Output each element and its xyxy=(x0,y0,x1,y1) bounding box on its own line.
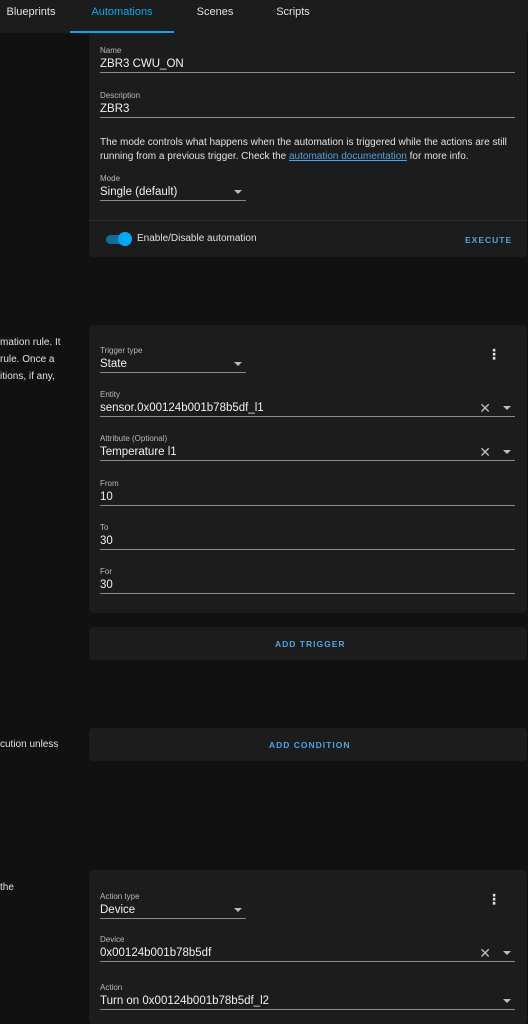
action-type-label: Action type xyxy=(100,892,140,901)
trigger-help-line-1: mation rule. It xyxy=(0,337,61,348)
mode-value-text: Single (default) xyxy=(100,186,178,198)
to-field[interactable]: To 30 xyxy=(100,523,515,550)
action-label: Action xyxy=(100,983,123,992)
chevron-down-icon xyxy=(234,362,242,366)
chevron-down-icon[interactable] xyxy=(503,999,511,1003)
device-label: Device xyxy=(100,935,125,944)
entity-field[interactable]: Entity sensor.0x00124b001b78b5df_l1 ✕ xyxy=(100,390,515,417)
mode-select[interactable]: Mode Single (default) xyxy=(100,174,246,201)
for-label: For xyxy=(100,567,112,576)
from-field[interactable]: From 10 xyxy=(100,479,515,506)
add-condition-card: ADD CONDITION xyxy=(89,728,527,761)
trigger-type-select[interactable]: Trigger type State xyxy=(100,346,246,373)
trigger-type-label: Trigger type xyxy=(100,346,143,355)
mode-description: The mode controls what happens when the … xyxy=(100,136,520,164)
name-input[interactable]: ZBR3 CWU_ON xyxy=(100,56,515,73)
entity-input[interactable]: sensor.0x00124b001b78b5df_l1 ✕ xyxy=(100,400,515,417)
for-input[interactable]: 30 xyxy=(100,577,515,594)
chevron-down-icon[interactable] xyxy=(503,450,511,454)
description-label: Description xyxy=(100,91,141,100)
action-help-line: the xyxy=(0,882,14,893)
attribute-label: Attribute (Optional) xyxy=(100,434,168,443)
tab-blueprints[interactable]: Blueprints xyxy=(0,0,62,33)
from-input[interactable]: 10 xyxy=(100,489,515,506)
enable-automation-toggle[interactable] xyxy=(104,232,132,246)
condition-help-line: cution unless xyxy=(0,739,59,750)
to-input[interactable]: 30 xyxy=(100,533,515,550)
add-condition-button[interactable]: ADD CONDITION xyxy=(269,740,350,750)
trigger-help-line-2: rule. Once a xyxy=(0,354,55,365)
toggle-thumb xyxy=(118,232,132,246)
close-icon[interactable]: ✕ xyxy=(479,400,491,416)
action-input[interactable]: Turn on 0x00124b001b78b5df_l2 xyxy=(100,993,515,1010)
trigger-help-line-3: itions, if any, xyxy=(0,371,55,382)
action-text: Turn on 0x00124b001b78b5df_l2 xyxy=(100,995,270,1007)
execute-button[interactable]: EXECUTE xyxy=(465,235,512,245)
device-input[interactable]: 0x00124b001b78b5df ✕ xyxy=(100,945,515,962)
trigger-card: ⋮ Trigger type State Entity sensor.0x001… xyxy=(89,325,527,613)
name-label: Name xyxy=(100,46,122,55)
description-field[interactable]: Description ZBR3 xyxy=(100,91,515,118)
automation-documentation-link[interactable]: automation documentation xyxy=(289,151,407,162)
entity-label: Entity xyxy=(100,390,121,399)
tab-scripts[interactable]: Scripts xyxy=(262,0,324,33)
chevron-down-icon[interactable] xyxy=(503,951,511,955)
close-icon[interactable]: ✕ xyxy=(479,444,491,460)
action-card: ⋮ Action type Device Device 0x00124b001b… xyxy=(89,870,527,1024)
add-trigger-button[interactable]: ADD TRIGGER xyxy=(275,639,346,649)
description-input[interactable]: ZBR3 xyxy=(100,101,515,118)
action-type-select[interactable]: Action type Device xyxy=(100,892,246,919)
tab-bar: Blueprints Automations Scenes Scripts xyxy=(0,0,528,33)
device-text: 0x00124b001b78b5df xyxy=(100,947,212,959)
entity-text: sensor.0x00124b001b78b5df_l1 xyxy=(100,402,264,414)
name-field[interactable]: Name ZBR3 CWU_ON xyxy=(100,46,515,73)
from-label: From xyxy=(100,479,119,488)
toggle-label: Enable/Disable automation xyxy=(137,233,257,244)
divider xyxy=(89,220,527,221)
mode-value[interactable]: Single (default) xyxy=(100,184,246,201)
automation-details-card: Name ZBR3 CWU_ON Description ZBR3 The mo… xyxy=(89,33,527,257)
mode-text-end: for more info. xyxy=(406,151,469,162)
device-field[interactable]: Device 0x00124b001b78b5df ✕ xyxy=(100,935,515,962)
more-options-icon[interactable]: ⋮ xyxy=(487,347,501,361)
action-type-text: Device xyxy=(100,904,136,916)
tab-automations[interactable]: Automations xyxy=(70,0,174,33)
chevron-down-icon[interactable] xyxy=(503,406,511,410)
chevron-down-icon xyxy=(234,908,242,912)
close-icon[interactable]: ✕ xyxy=(479,945,491,961)
action-field[interactable]: Action Turn on 0x00124b001b78b5df_l2 xyxy=(100,983,515,1010)
tab-scenes[interactable]: Scenes xyxy=(184,0,246,33)
trigger-type-value[interactable]: State xyxy=(100,356,246,373)
attribute-text: Temperature l1 xyxy=(100,446,177,458)
attribute-field[interactable]: Attribute (Optional) Temperature l1 ✕ xyxy=(100,434,515,461)
to-label: To xyxy=(100,523,109,532)
for-field[interactable]: For 30 xyxy=(100,567,515,594)
action-type-value[interactable]: Device xyxy=(100,902,246,919)
mode-label: Mode xyxy=(100,174,121,183)
more-options-icon[interactable]: ⋮ xyxy=(487,892,501,906)
chevron-down-icon xyxy=(234,190,242,194)
trigger-type-text: State xyxy=(100,358,127,370)
attribute-input[interactable]: Temperature l1 ✕ xyxy=(100,444,515,461)
add-trigger-card: ADD TRIGGER xyxy=(89,627,527,660)
